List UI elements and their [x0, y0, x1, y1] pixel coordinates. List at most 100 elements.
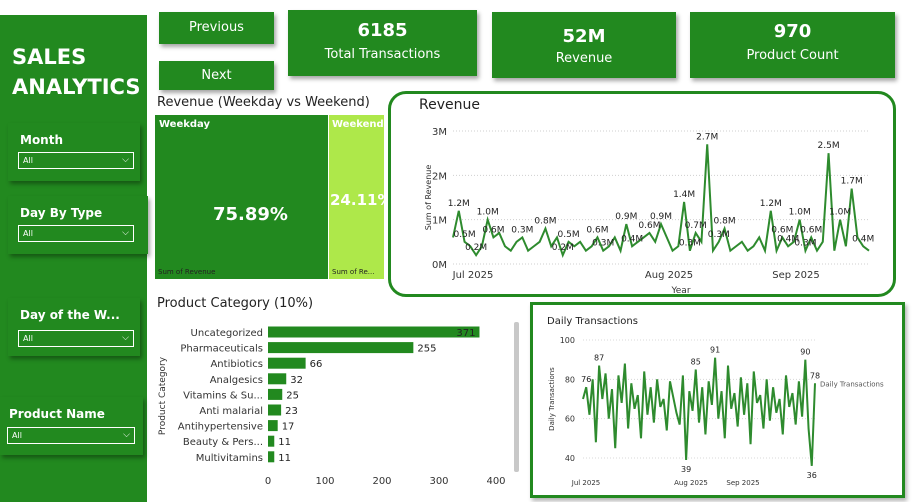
data-label: 0.5M: [454, 230, 476, 240]
kpi-caption: Total Transactions: [324, 47, 441, 62]
month-slicer: Month All ⌵: [8, 123, 140, 181]
kpi-caption: Product Count: [746, 48, 839, 63]
weekend-tile[interactable]: Weekend 24.11% Sum of Re...: [329, 115, 384, 279]
x-tick-label: 300: [429, 476, 448, 487]
y-axis-label: Sum of Revenue: [424, 165, 433, 231]
day-of-week-slicer: Day of the W... All ⌵: [8, 298, 140, 356]
y-tick-label: 80: [565, 375, 575, 384]
x-tick-label: 0: [265, 476, 271, 487]
x-tick-label: Sep 2025: [772, 270, 819, 281]
category-bar: [268, 388, 283, 400]
bar-value-label: 32: [290, 375, 303, 386]
data-label: 87: [594, 354, 604, 363]
category-label: Vitamins & Su...: [183, 390, 263, 401]
y-axis-label: Product Category: [158, 356, 168, 435]
data-label: 1.7M: [841, 177, 863, 187]
data-label: 1.0M: [477, 208, 499, 218]
data-label: 36: [807, 471, 817, 480]
data-label: 39: [681, 465, 691, 474]
category-bar: [268, 342, 414, 354]
data-label: 0.3M: [708, 230, 730, 240]
day-by-type-slicer-label: Day By Type: [20, 206, 103, 220]
product-name-dropdown[interactable]: All ⌵: [7, 427, 135, 444]
category-label: Anti malarial: [199, 406, 263, 417]
data-label: 2.7M: [696, 132, 718, 142]
bar-value-label: 11: [278, 453, 291, 464]
weekday-tile[interactable]: Weekday 75.89% Sum of Revenue: [155, 115, 328, 279]
next-button[interactable]: Next: [159, 61, 274, 90]
app-title: SALES ANALYTICS: [12, 42, 140, 102]
data-label: 1.0M: [829, 208, 851, 218]
daily-transactions-card: Daily Transactions 100 80 60 40 Jul 2025 Aug …: [530, 302, 905, 498]
previous-button[interactable]: Previous: [159, 12, 274, 44]
data-label: 2.5M: [818, 141, 840, 151]
chevron-down-icon: ⌵: [122, 228, 129, 238]
y-tick-label: 100: [560, 336, 575, 345]
category-label: Uncategorized: [191, 328, 263, 339]
month-dropdown[interactable]: All ⌵: [18, 152, 134, 169]
chevron-down-icon: ⌵: [123, 430, 130, 440]
x-axis-label: Year: [670, 286, 690, 294]
weekend-foot: Sum of Re...: [332, 268, 375, 276]
revenue-line-chart: 0M 1M 2M 3M Jul 2025 Aug 2025 Sep 2025 Year Sum …: [424, 127, 874, 294]
category-bar: [268, 404, 282, 416]
product-category-bar-chart: Uncategorized 371 Pharmaceuticals 255 Antibi…: [158, 322, 519, 487]
data-label: 0.3M: [592, 239, 614, 249]
data-label: 0.3M: [794, 239, 816, 249]
y-axis-label: Daily Transactions: [548, 367, 556, 431]
chevron-down-icon: ⌵: [122, 333, 129, 343]
y-tick-label: 0M: [432, 260, 447, 271]
data-label: 0.3M: [511, 225, 533, 235]
x-tick-label: 400: [486, 476, 505, 487]
kpi-value: 970: [773, 21, 812, 42]
legend-label: Daily Transactions: [820, 380, 884, 388]
data-label: 0.6M: [586, 225, 608, 235]
data-label: 0.4M: [852, 234, 874, 244]
x-tick-label: 200: [372, 476, 391, 487]
day-by-type-dropdown[interactable]: All ⌵: [18, 225, 134, 242]
data-label: 0.4M: [621, 234, 643, 244]
day-of-week-dropdown[interactable]: All ⌵: [18, 330, 134, 347]
data-label: 0.6M: [638, 221, 660, 231]
kpi-value: 52M: [562, 26, 606, 47]
bar-value-label: 25: [286, 390, 299, 401]
month-dropdown-value: All: [23, 156, 33, 165]
y-tick-label: 3M: [432, 127, 447, 138]
product-name-dropdown-value: All: [12, 431, 22, 440]
daily-transactions-line-chart: 100 80 60 40 Jul 2025 Aug 2025 Sep 2025 Daily T…: [548, 336, 884, 487]
day-by-type-dropdown-value: All: [23, 229, 33, 238]
data-label: 0.3M: [679, 239, 701, 249]
daily-transactions-series-line: [582, 357, 816, 466]
y-tick-label: 60: [565, 415, 575, 424]
bar-value-label: 66: [310, 359, 323, 370]
category-bar: [268, 357, 306, 369]
data-label: 0.8M: [534, 217, 556, 227]
x-tick-label: Aug 2025: [674, 479, 708, 487]
data-label: 85: [691, 358, 701, 367]
data-label: 1.4M: [673, 190, 695, 200]
data-label: 76: [581, 375, 591, 384]
category-bar: [268, 326, 480, 338]
data-label: 0.5M: [558, 230, 580, 240]
category-label: Multivitamins: [196, 453, 263, 464]
app-title-line1: SALES: [12, 45, 87, 69]
data-label: 0.9M: [615, 212, 637, 222]
x-tick-label: 100: [315, 476, 334, 487]
y-tick-label: 40: [565, 454, 575, 463]
weekend-label: Weekend: [332, 119, 384, 130]
data-label: 0.6M: [800, 225, 822, 235]
category-label: Antihypertensive: [178, 422, 263, 433]
kpi-revenue: 52M Revenue: [492, 12, 676, 78]
data-label: 0.8M: [714, 217, 736, 227]
category-label: Analgesics: [210, 375, 263, 386]
app-title-line2: ANALYTICS: [12, 75, 141, 99]
day-of-week-dropdown-value: All: [23, 334, 33, 343]
data-label: 91: [710, 346, 720, 355]
data-label: 0.2M: [465, 243, 487, 253]
category-label: Beauty & Pers...: [183, 437, 263, 448]
data-label: 0.2M: [552, 243, 574, 253]
kpi-product-count: 970 Product Count: [690, 12, 895, 78]
kpi-total-transactions: 6185 Total Transactions: [288, 10, 477, 76]
bar-value-label: 11: [278, 437, 291, 448]
bar-value-label: 17: [282, 422, 295, 433]
